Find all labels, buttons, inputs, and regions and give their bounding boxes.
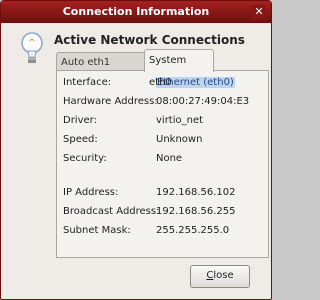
ip-address-value: 192.168.56.102: [156, 187, 236, 198]
tab-system-eth0[interactable]: System eth0: [144, 49, 214, 88]
interface-label: Interface:: [63, 77, 112, 88]
subnet-mask-value: 255.255.255.0: [156, 225, 230, 236]
subnet-mask-label: Subnet Mask:: [63, 225, 131, 236]
hardware-address-label: Hardware Address:: [63, 96, 158, 107]
close-button-label: lose: [213, 270, 234, 281]
close-button[interactable]: Close: [190, 265, 250, 288]
connection-details-panel: Interface: Ethernet (eth0) Hardware Addr…: [56, 70, 269, 258]
broadcast-address-label: Broadcast Address:: [63, 206, 160, 217]
speed-label: Speed:: [63, 134, 98, 145]
window-close-icon[interactable]: ✕: [252, 5, 266, 19]
security-value: None: [156, 153, 183, 164]
lightbulb-icon: [21, 32, 43, 63]
driver-value: virtio_net: [156, 115, 204, 126]
dialog-heading: Active Network Connections: [54, 33, 245, 47]
window-title: Connection Information: [62, 5, 210, 18]
security-label: Security:: [63, 153, 107, 164]
title-bar[interactable]: Connection Information ✕: [1, 1, 271, 23]
ip-address-label: IP Address:: [63, 187, 119, 198]
speed-value: Unknown: [156, 134, 203, 145]
hardware-address-value: 08:00:27:49:04:E3: [156, 96, 250, 107]
broadcast-address-value: 192.168.56.255: [156, 206, 236, 217]
driver-label: Driver:: [63, 115, 97, 126]
connection-info-dialog: Connection Information ✕ Active Network …: [0, 0, 272, 300]
